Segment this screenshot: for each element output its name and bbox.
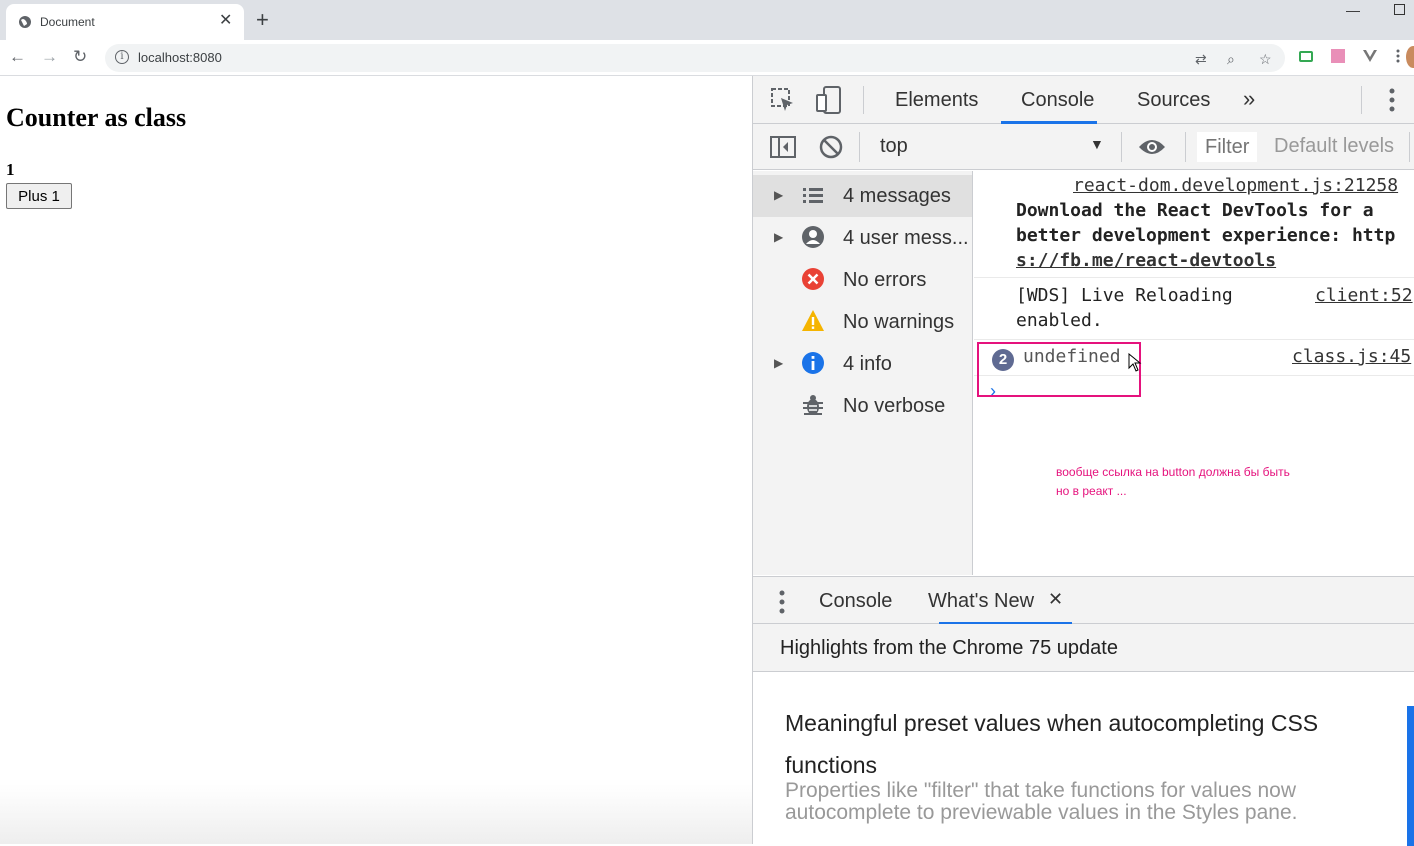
bookmark-star-icon[interactable]: ☆ [1259,52,1272,66]
tab-title: Document [40,15,95,29]
message-source-link[interactable]: react-dom.development.js:21258 [1073,175,1398,196]
tab-console[interactable]: Console [1021,89,1094,112]
devtools-tab-bar: Elements Console Sources » [753,76,1414,124]
sidebar-item-label: No warnings [843,311,955,333]
zoom-icon[interactable]: ⌕ [1227,52,1235,66]
drawer-tab-bar: Console What's New ✕ [753,576,1414,625]
bug-icon [803,395,823,415]
expand-triangle-icon[interactable]: ▶ [774,230,783,244]
console-output: react-dom.development.js:21258 Download … [974,171,1414,575]
devtools-panel: Elements Console Sources » top ▼ Filter [752,76,1414,846]
live-expression-eye-icon[interactable] [1137,137,1167,157]
annotation-line: вообще ссылка на button должна бы быть [1056,465,1290,479]
extension-icon[interactable] [1330,48,1346,64]
user-icon [802,226,824,248]
drawer-menu-icon[interactable] [779,590,785,614]
tab-sources[interactable]: Sources [1137,89,1210,112]
browser-tab[interactable]: Document ✕ [6,4,244,40]
mouse-cursor-icon [1128,353,1142,372]
warning-icon [802,310,824,331]
tab-strip: Document ✕ + — [0,0,1414,40]
feature-heading: Meaningful preset values when autocomple… [785,710,1319,778]
translate-icon[interactable]: ⇄ [1195,52,1207,66]
browser-toolbar: ← → ↻ i localhost:8080 ⇄ ⌕ ☆ [0,40,1414,76]
clear-console-icon[interactable] [819,135,843,159]
new-tab-button[interactable]: + [256,8,269,32]
avatar[interactable] [1406,46,1414,68]
sidebar-item-messages[interactable]: ▶ 4 messages [753,175,972,217]
list-icon [803,188,823,203]
whats-new-header: Highlights from the Chrome 75 update [753,624,1414,672]
chevron-down-icon[interactable]: ▼ [1090,136,1104,152]
page-bottom-shade [0,784,752,844]
console-message-line: Download the React DevTools for a [1016,200,1374,221]
globe-icon [19,16,31,28]
expand-triangle-icon[interactable]: ▶ [774,188,783,202]
more-tabs-icon[interactable]: » [1243,86,1255,112]
whats-new-content: Meaningful preset values when autocomple… [753,672,1414,846]
console-message-line: enabled. [1016,310,1103,331]
console-toolbar: top ▼ Filter Default levels [753,124,1414,170]
message-source-link[interactable]: client:52 [1315,285,1413,306]
message-source-link[interactable]: class.js:45 [1292,346,1411,367]
sidebar-item-warnings[interactable]: No warnings [753,301,972,343]
vue-devtools-icon[interactable] [1362,48,1378,64]
page-title: Counter as class [6,103,187,132]
info-icon [802,352,824,374]
sidebar-item-label: 4 user mess... [843,227,969,249]
sidebar-item-label: 4 messages [843,185,951,207]
annotation-line: но в реакт ... [1056,484,1127,498]
log-levels-dropdown[interactable]: Default levels [1274,135,1394,158]
extension-icon[interactable] [1298,48,1314,64]
sidebar-toggle-icon[interactable] [769,135,797,159]
forward-button[interactable]: → [41,46,58,68]
close-icon[interactable]: ✕ [1048,589,1063,610]
console-sidebar: ▶ 4 messages ▶ 4 user mess... No errors [753,171,973,575]
devtools-menu-icon[interactable] [1389,88,1395,112]
minimize-window-button[interactable]: — [1346,2,1360,18]
sidebar-item-errors[interactable]: No errors [753,259,972,301]
error-icon [802,268,824,290]
tab-elements[interactable]: Elements [895,89,978,112]
inspect-element-icon[interactable] [770,87,796,113]
url-text: localhost:8080 [138,50,222,65]
plus-one-button[interactable]: Plus 1 [6,183,72,209]
back-button[interactable]: ← [9,46,26,68]
reload-button[interactable]: ↻ [73,46,87,68]
expand-triangle-icon[interactable]: ▶ [774,356,783,370]
maximize-window-button[interactable] [1394,4,1405,15]
sidebar-item-user-messages[interactable]: ▶ 4 user mess... [753,217,972,259]
sidebar-item-label: No verbose [843,395,946,417]
drawer-tab-whats-new[interactable]: What's New [928,590,1034,613]
drawer-tab-console[interactable]: Console [819,590,892,613]
feature-description: Properties like "filter" that take funct… [785,779,1298,824]
filter-placeholder: Filter [1205,136,1250,158]
sidebar-item-verbose[interactable]: No verbose [753,385,972,427]
promo-image-edge [1407,706,1414,846]
counter-value: 1 [6,160,15,179]
page-viewport: Counter as class 1 Plus 1 [0,76,752,844]
device-toolbar-icon[interactable] [815,85,843,115]
sidebar-item-label: No errors [843,269,927,291]
site-info-icon[interactable]: i [115,50,129,64]
context-selector[interactable]: top [880,135,908,158]
console-message-line: [WDS] Live Reloading [1016,285,1233,306]
sidebar-item-label: 4 info [843,353,892,375]
console-message-line: better development experience: http [1016,225,1396,246]
react-devtools-link[interactable]: s://fb.me/react-devtools [1016,250,1276,271]
annotation-note: вообще ссылка на button должна бы быть н… [1056,463,1290,501]
annotation-highlight-box [977,342,1141,397]
address-bar[interactable]: i localhost:8080 ⇄ ⌕ ☆ [105,44,1285,72]
menu-icon[interactable] [1390,48,1406,64]
sidebar-item-info[interactable]: ▶ 4 info [753,343,972,385]
close-tab-icon[interactable]: ✕ [219,13,232,29]
whats-new-subtitle: Highlights from the Chrome 75 update [780,637,1118,659]
